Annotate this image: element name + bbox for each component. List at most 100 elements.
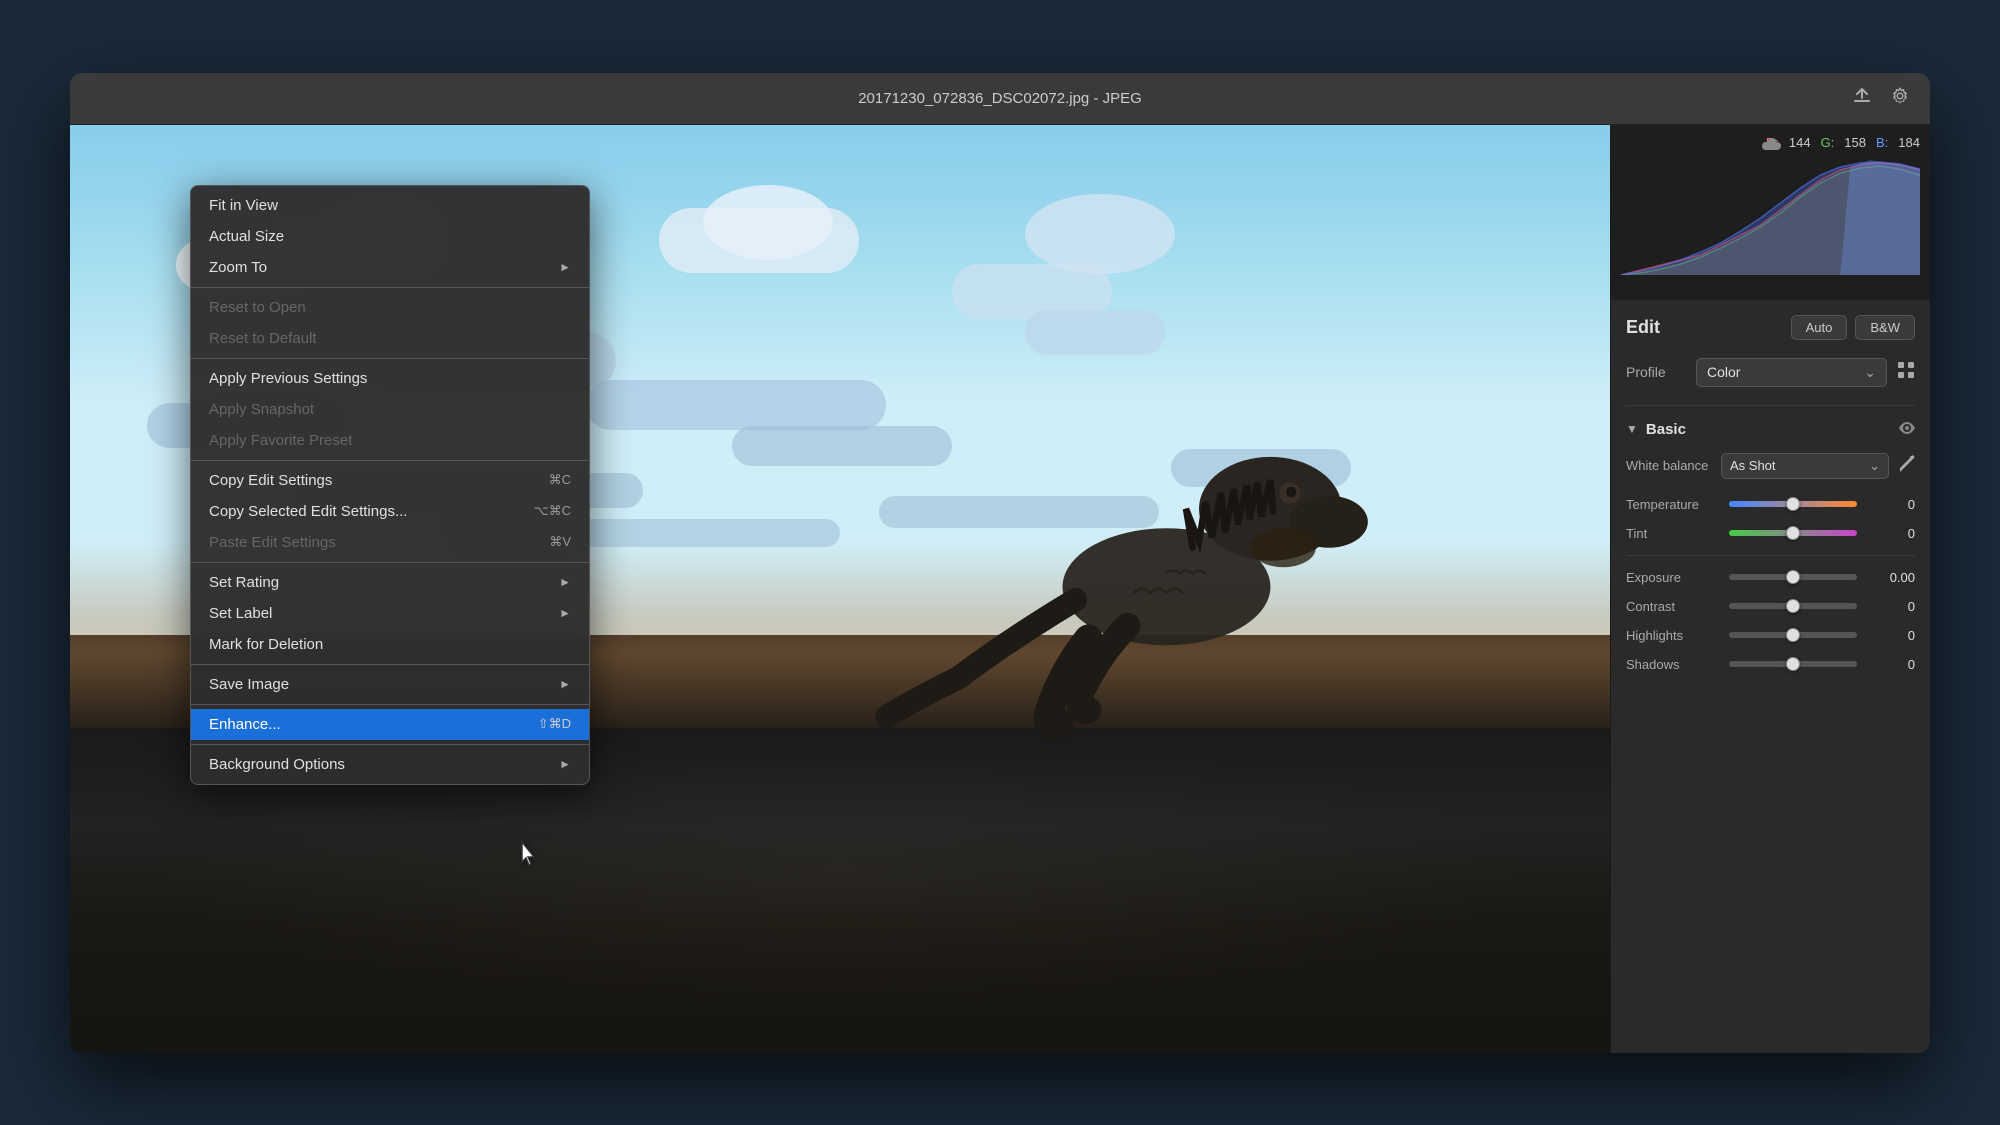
- title-bar-actions: [1852, 86, 1910, 111]
- wb-label: White balance: [1626, 458, 1721, 473]
- set-label-arrow: ►: [559, 606, 571, 620]
- menu-sep-4: [191, 562, 589, 563]
- profile-chevron-icon: ⌄: [1864, 364, 1876, 381]
- bw-button[interactable]: B&W: [1855, 315, 1915, 340]
- temperature-value: 0: [1865, 497, 1915, 512]
- enhance-shortcut: ⇧⌘D: [538, 716, 571, 732]
- tint-value: 0: [1865, 526, 1915, 541]
- profile-select[interactable]: Color ⌄: [1696, 358, 1887, 387]
- photo-area[interactable]: Fit in View Actual Size Zoom To ► Reset …: [70, 125, 1610, 1053]
- menu-item-actual-size[interactable]: Actual Size: [191, 221, 589, 252]
- shadows-thumb[interactable]: [1786, 657, 1800, 671]
- contrast-thumb[interactable]: [1786, 599, 1800, 613]
- wb-chevron-icon: ⌄: [1869, 458, 1880, 474]
- exposure-value: 0.00: [1865, 570, 1915, 585]
- exposure-row: Exposure 0.00: [1626, 570, 1915, 585]
- shadows-row: Shadows 0: [1626, 657, 1915, 672]
- save-image-arrow: ►: [559, 677, 571, 691]
- b-label: B:: [1876, 135, 1888, 150]
- highlights-label: Highlights: [1626, 628, 1721, 643]
- bg-options-arrow: ►: [559, 757, 571, 771]
- b-value: 184: [1898, 135, 1920, 150]
- edit-buttons: Auto B&W: [1791, 315, 1915, 340]
- zoom-to-arrow: ►: [559, 260, 571, 274]
- menu-item-enhance[interactable]: Enhance... ⇧⌘D: [191, 709, 589, 740]
- menu-sep-2: [191, 358, 589, 359]
- copy-edit-shortcut: ⌘C: [549, 472, 571, 488]
- set-rating-arrow: ►: [559, 575, 571, 589]
- contrast-row: Contrast 0: [1626, 599, 1915, 614]
- window-title: 20171230_072836_DSC02072.jpg - JPEG: [858, 90, 1142, 107]
- main-content: Fit in View Actual Size Zoom To ► Reset …: [70, 125, 1930, 1053]
- highlights-thumb[interactable]: [1786, 628, 1800, 642]
- menu-item-apply-prev[interactable]: Apply Previous Settings: [191, 363, 589, 394]
- exposure-thumb[interactable]: [1786, 570, 1800, 584]
- menu-item-save-image[interactable]: Save Image ►: [191, 669, 589, 700]
- paste-edit-shortcut: ⌘V: [549, 534, 571, 550]
- auto-button[interactable]: Auto: [1791, 315, 1848, 340]
- tint-row: Tint 0: [1626, 526, 1915, 541]
- menu-item-reset-open: Reset to Open: [191, 292, 589, 323]
- exposure-label: Exposure: [1626, 570, 1721, 585]
- context-menu: Fit in View Actual Size Zoom To ► Reset …: [190, 185, 590, 785]
- r-value: 144: [1789, 135, 1811, 150]
- grid-icon[interactable]: [1897, 361, 1915, 384]
- right-panel: R: 144 G: 158 B: 184: [1610, 125, 1930, 1053]
- histogram-cloud-icon: [1759, 133, 1783, 156]
- contrast-track[interactable]: [1729, 603, 1857, 609]
- histogram-area: R: 144 G: 158 B: 184: [1611, 125, 1930, 300]
- menu-sep-5: [191, 664, 589, 665]
- shadows-track[interactable]: [1729, 661, 1857, 667]
- slider-divider: [1626, 555, 1915, 556]
- exposure-track[interactable]: [1729, 574, 1857, 580]
- eyedropper-icon[interactable]: [1899, 454, 1915, 477]
- g-value: 158: [1844, 135, 1866, 150]
- menu-item-apply-snap: Apply Snapshot: [191, 394, 589, 425]
- wb-row: White balance As Shot ⌄: [1626, 453, 1915, 479]
- edit-panel: Edit Auto B&W Profile Color ⌄: [1611, 300, 1930, 1053]
- edit-header: Edit Auto B&W: [1626, 315, 1915, 340]
- highlights-value: 0: [1865, 628, 1915, 643]
- menu-sep-7: [191, 744, 589, 745]
- menu-item-set-rating[interactable]: Set Rating ►: [191, 567, 589, 598]
- menu-item-paste-edit: Paste Edit Settings ⌘V: [191, 527, 589, 558]
- menu-item-mark-del[interactable]: Mark for Deletion: [191, 629, 589, 660]
- eye-icon[interactable]: [1899, 421, 1915, 437]
- contrast-label: Contrast: [1626, 599, 1721, 614]
- highlights-track[interactable]: [1729, 632, 1857, 638]
- menu-item-zoom-to[interactable]: Zoom To ►: [191, 252, 589, 283]
- menu-item-apply-fav: Apply Favorite Preset: [191, 425, 589, 456]
- menu-item-reset-default: Reset to Default: [191, 323, 589, 354]
- app-window: 20171230_072836_DSC02072.jpg - JPEG: [70, 73, 1930, 1053]
- basic-chevron-icon[interactable]: ▼: [1626, 422, 1638, 436]
- shadows-value: 0: [1865, 657, 1915, 672]
- histogram-canvas: [1621, 155, 1920, 275]
- section-divider: [1626, 405, 1915, 406]
- tint-thumb[interactable]: [1786, 526, 1800, 540]
- shadows-label: Shadows: [1626, 657, 1721, 672]
- export-icon[interactable]: [1852, 86, 1872, 111]
- menu-item-fit-in-view[interactable]: Fit in View: [191, 190, 589, 221]
- profile-label: Profile: [1626, 364, 1686, 380]
- menu-sep-1: [191, 287, 589, 288]
- edit-title: Edit: [1626, 317, 1660, 338]
- menu-sep-6: [191, 704, 589, 705]
- menu-item-bg-options[interactable]: Background Options ►: [191, 749, 589, 780]
- settings-icon[interactable]: [1890, 86, 1910, 111]
- wb-select[interactable]: As Shot ⌄: [1721, 453, 1889, 479]
- profile-row: Profile Color ⌄: [1626, 358, 1915, 387]
- tint-label: Tint: [1626, 526, 1721, 541]
- temperature-row: Temperature 0: [1626, 497, 1915, 512]
- basic-title: Basic: [1646, 421, 1686, 438]
- menu-item-copy-sel[interactable]: Copy Selected Edit Settings... ⌥⌘C: [191, 496, 589, 527]
- title-bar: 20171230_072836_DSC02072.jpg - JPEG: [70, 73, 1930, 125]
- temperature-thumb[interactable]: [1786, 497, 1800, 511]
- menu-item-copy-edit[interactable]: Copy Edit Settings ⌘C: [191, 465, 589, 496]
- g-label: G:: [1821, 135, 1835, 150]
- menu-item-set-label[interactable]: Set Label ►: [191, 598, 589, 629]
- contrast-value: 0: [1865, 599, 1915, 614]
- tint-track[interactable]: [1729, 530, 1857, 536]
- iguana-silhouette: [794, 171, 1487, 821]
- temperature-track[interactable]: [1729, 501, 1857, 507]
- profile-value: Color: [1707, 364, 1740, 380]
